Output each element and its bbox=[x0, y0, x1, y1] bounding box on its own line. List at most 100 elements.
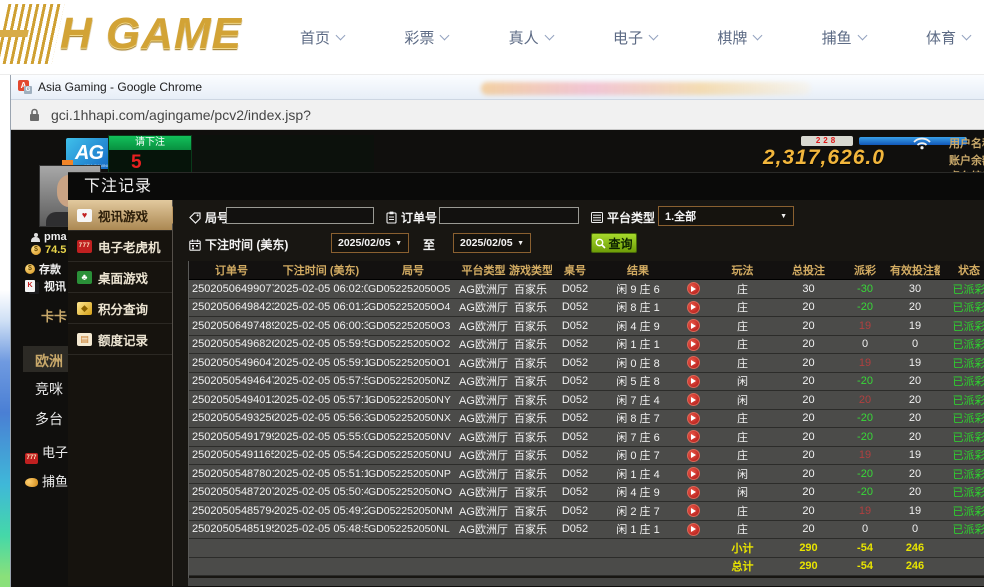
nav-item[interactable]: 体育 bbox=[926, 27, 970, 48]
cell-platform: AG欧洲厅 bbox=[458, 466, 509, 482]
cell-bet-time: 2025-02-05 06:02:04 bbox=[274, 283, 368, 295]
deposit-row[interactable]: $ 存款 bbox=[25, 261, 61, 277]
replay-icon[interactable] bbox=[687, 338, 700, 351]
nav-item[interactable]: 棋牌 bbox=[717, 27, 761, 48]
cell-valid-bet: 19 bbox=[890, 357, 940, 369]
replay-icon[interactable] bbox=[687, 412, 700, 425]
sidebar-item[interactable]: 桌面游戏 bbox=[68, 262, 172, 293]
replay-icon[interactable] bbox=[687, 486, 700, 499]
order-no-input[interactable] bbox=[439, 207, 579, 224]
cell-valid-bet: 19 bbox=[890, 505, 940, 517]
cell-result: 闲 1 庄 4 bbox=[598, 466, 678, 482]
replay-icon[interactable] bbox=[687, 301, 700, 314]
replay-icon[interactable] bbox=[687, 504, 700, 517]
cell-valid-bet: 20 bbox=[890, 486, 940, 498]
bet-records-table: 订单号下注时间 (美东)局号平台类型游戏类型桌号结果玩法总投注派彩有效投注额状态… bbox=[188, 261, 984, 586]
cell-payout: 19 bbox=[840, 357, 890, 369]
replay-icon[interactable] bbox=[687, 282, 700, 295]
cell-total-bet: 20 bbox=[777, 357, 840, 369]
cell-payout: 19 bbox=[840, 449, 890, 461]
cell-table-no: D052 bbox=[552, 431, 598, 443]
cell-bet-time: 2025-02-05 05:49:26 bbox=[274, 505, 368, 517]
replay-icon[interactable] bbox=[687, 375, 700, 388]
site-logo[interactable]: H GAME bbox=[2, 4, 242, 64]
cell-platform: AG欧洲厅 bbox=[458, 410, 509, 426]
subtotal-label: 小计 bbox=[708, 540, 777, 556]
replay-icon[interactable] bbox=[687, 356, 700, 369]
platform-type-select[interactable]: 1.全部▼ bbox=[658, 206, 794, 226]
url-bar[interactable]: gci.1hhapi.com/agingame/pcv2/index.jsp? bbox=[11, 100, 984, 130]
sidebar-item[interactable]: 电子老虎机 bbox=[68, 231, 172, 262]
date-to-select[interactable]: 2025/02/05▼ bbox=[453, 233, 531, 253]
cell-status: 已派彩 bbox=[940, 336, 984, 352]
cell-total-bet: 20 bbox=[777, 320, 840, 332]
cell-payout: -20 bbox=[840, 412, 890, 424]
bg-menu-europe[interactable]: 欧洲 bbox=[35, 351, 63, 371]
replay-icon[interactable] bbox=[687, 523, 700, 536]
cell-round-no: GD052252050NO bbox=[368, 486, 458, 498]
table-row: 250205054917997 2025-02-05 05:55:01 GD05… bbox=[189, 428, 984, 447]
lock-icon bbox=[29, 108, 40, 122]
replay-icon[interactable] bbox=[687, 449, 700, 462]
search-button[interactable]: 查询 bbox=[591, 233, 637, 253]
replay-icon[interactable] bbox=[687, 319, 700, 332]
window-titlebar[interactable]: AG Asia Gaming - Google Chrome bbox=[11, 75, 984, 100]
table-row: 250205054872079 2025-02-05 05:50:42 GD05… bbox=[189, 484, 984, 503]
cell-round-no: GD052252050NM bbox=[368, 505, 458, 517]
bottom-scrollbar[interactable] bbox=[188, 578, 984, 586]
cell-valid-bet: 20 bbox=[890, 431, 940, 443]
cell-game-type: 百家乐 bbox=[509, 318, 552, 334]
cell-round-no: GD052252050O5 bbox=[368, 283, 458, 295]
cell-bet-time: 2025-02-05 05:51:15 bbox=[274, 468, 368, 480]
cell-payout: -20 bbox=[840, 486, 890, 498]
nav-item[interactable]: 真人 bbox=[509, 27, 553, 48]
nav-item[interactable]: 捕鱼 bbox=[822, 27, 866, 48]
cell-payout: -20 bbox=[840, 301, 890, 313]
sidebar-item[interactable]: 视讯游戏 bbox=[68, 200, 172, 231]
url-text: gci.1hhapi.com/agingame/pcv2/index.jsp? bbox=[51, 107, 311, 123]
video-row[interactable]: 视讯 bbox=[25, 278, 66, 294]
list-icon bbox=[591, 212, 603, 223]
cell-result: 闲 9 庄 6 bbox=[598, 281, 678, 297]
bg-menu-duotai[interactable]: 多台 bbox=[35, 409, 63, 429]
cell-play-type: 庄 bbox=[708, 429, 777, 445]
grand-total-valid-bet: 246 bbox=[890, 560, 940, 572]
cell-game-type: 百家乐 bbox=[509, 466, 552, 482]
chevron-down-icon bbox=[336, 31, 346, 41]
cell-play-type: 庄 bbox=[708, 503, 777, 519]
bg-menu-jingmi[interactable]: 竞咪 bbox=[35, 379, 63, 399]
cell-payout: -20 bbox=[840, 431, 890, 443]
sidebar-item[interactable]: 积分查询 bbox=[68, 293, 172, 324]
nav-item[interactable]: 电子 bbox=[613, 27, 657, 48]
video-cards-icon bbox=[77, 209, 92, 222]
cell-platform: AG欧洲厅 bbox=[458, 392, 509, 408]
table-row: 250205054940135 2025-02-05 05:57:15 GD05… bbox=[189, 391, 984, 410]
replay-icon[interactable] bbox=[687, 430, 700, 443]
cell-result: 闲 2 庄 7 bbox=[598, 503, 678, 519]
round-no-input[interactable] bbox=[226, 207, 374, 224]
cell-platform: AG欧洲厅 bbox=[458, 429, 509, 445]
cell-play-type: 闲 bbox=[708, 373, 777, 389]
table-body: 250205064990775 2025-02-05 06:02:04 GD05… bbox=[189, 280, 984, 539]
cell-play-type: 庄 bbox=[708, 281, 777, 297]
chevron-down-icon bbox=[649, 31, 659, 41]
bg-menu-kaka[interactable]: 卡卡 bbox=[41, 306, 67, 325]
cell-table-no: D052 bbox=[552, 523, 598, 535]
cell-total-bet: 20 bbox=[777, 412, 840, 424]
date-from-select[interactable]: 2025/02/05▼ bbox=[331, 233, 409, 253]
nav-item[interactable]: 彩票 bbox=[404, 27, 448, 48]
cell-table-no: D052 bbox=[552, 320, 598, 332]
replay-icon[interactable] bbox=[687, 467, 700, 480]
cell-table-no: D052 bbox=[552, 505, 598, 517]
grand-total-row: 总计 290 -54 246 bbox=[189, 558, 984, 577]
column-header: 下注时间 (美东) bbox=[274, 262, 368, 278]
replay-icon[interactable] bbox=[687, 393, 700, 406]
nav-item[interactable]: 首页 bbox=[300, 27, 344, 48]
column-header: 状态 bbox=[940, 262, 984, 278]
sidebar-item[interactable]: 额度记录 bbox=[68, 324, 172, 355]
cell-order-no: 250205064974897 bbox=[189, 320, 274, 332]
cell-status: 已派彩 bbox=[940, 392, 984, 408]
cell-total-bet: 20 bbox=[777, 375, 840, 387]
cell-round-no: GD052252050NP bbox=[368, 468, 458, 480]
cell-game-type: 百家乐 bbox=[509, 503, 552, 519]
